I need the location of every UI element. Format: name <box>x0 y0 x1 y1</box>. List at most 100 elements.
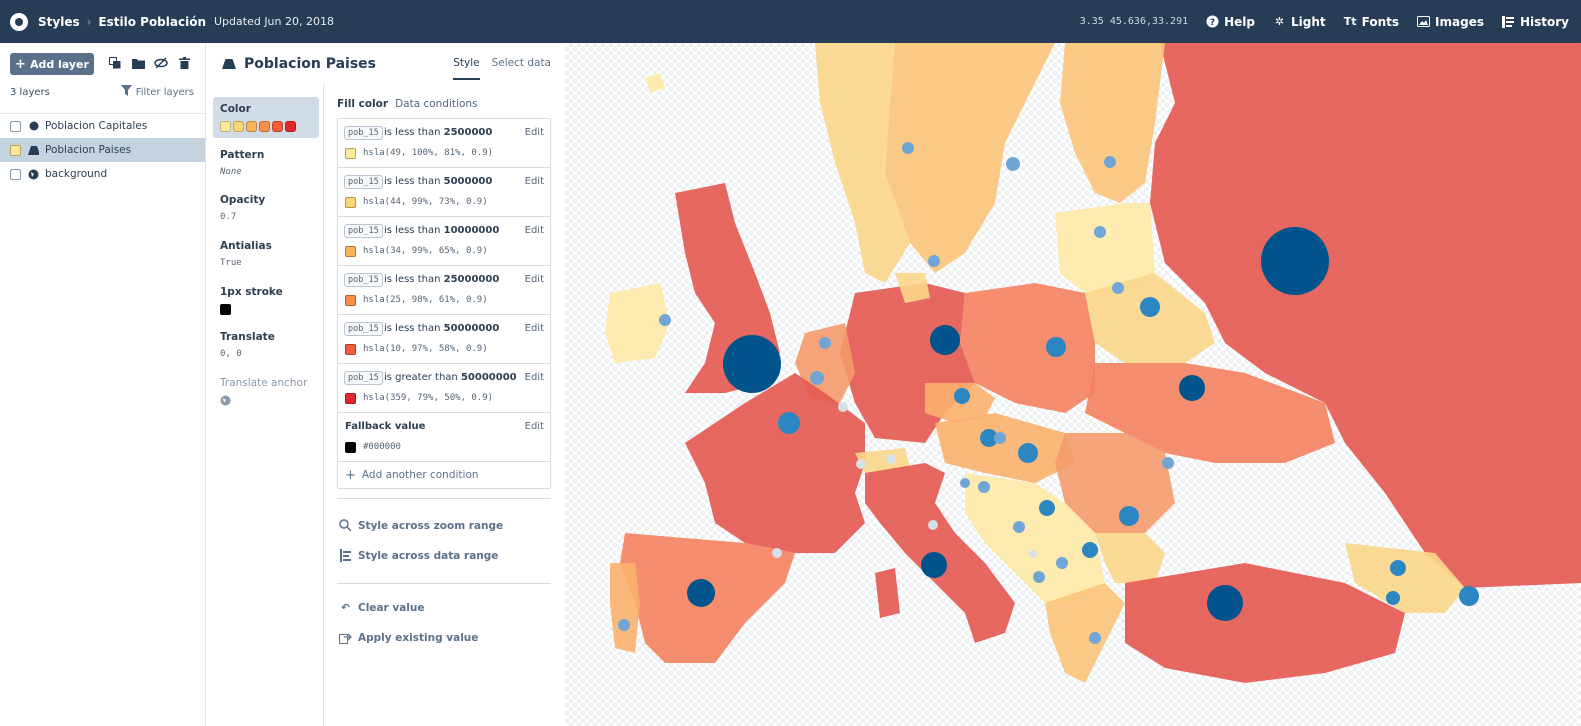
style-across-zoom-button[interactable]: Style across zoom range <box>339 519 503 532</box>
edit-button[interactable]: Edit <box>525 421 544 432</box>
condition-color-value: hsla(34, 99%, 65%, 0.9) <box>363 246 488 256</box>
filter-layers-label: Filter layers <box>135 86 194 98</box>
clear-value-button[interactable]: ↶ Clear value <box>339 601 424 614</box>
style-name[interactable]: Estilo Población <box>98 15 206 29</box>
layer-visibility-checkbox[interactable] <box>10 120 21 132</box>
property-opacity[interactable]: Opacity 0.7 <box>213 188 319 228</box>
fill-icon <box>28 145 39 156</box>
top-bar: Styles › Estilo Población Updated Jun 20… <box>0 0 1581 43</box>
history-button[interactable]: History <box>1501 14 1569 29</box>
add-condition-button[interactable]: + Add another condition <box>338 462 550 488</box>
region-austria-hungary <box>935 413 1075 483</box>
trash-icon[interactable] <box>177 56 191 70</box>
image-icon <box>1417 15 1431 28</box>
field-tag: pob_15 <box>344 126 383 140</box>
images-button[interactable]: Images <box>1417 15 1484 29</box>
region-russia <box>1150 43 1581 588</box>
layer-item-background[interactable]: background <box>0 162 205 186</box>
condition-color-value: hsla(359, 79%, 50%, 0.9) <box>363 393 494 403</box>
property-stroke[interactable]: 1px stroke <box>213 280 319 321</box>
property-translate[interactable]: Translate 0, 0 <box>213 325 319 365</box>
layer-item-poblacion-capitales[interactable]: Poblacion Capitales <box>0 114 205 138</box>
zoom-range-label: Style across zoom range <box>358 519 504 532</box>
text-icon: Tt <box>1343 15 1357 28</box>
layer-tools <box>108 56 191 70</box>
field-tag: pob_15 <box>344 322 383 336</box>
europe-map <box>605 43 1581 683</box>
fallback-row[interactable]: Fallback value Edit #000000 <box>338 413 550 462</box>
apply-existing-button[interactable]: Apply existing value <box>339 631 478 644</box>
hide-icon[interactable] <box>154 56 168 70</box>
edit-button[interactable]: Edit <box>525 323 544 334</box>
duplicate-icon[interactable] <box>108 56 122 70</box>
region-sardinia <box>875 568 900 618</box>
fonts-button[interactable]: Tt Fonts <box>1344 15 1399 29</box>
swatch <box>259 121 270 132</box>
swatch <box>272 121 283 132</box>
tab-data-conditions[interactable]: Data conditions <box>395 98 477 110</box>
property-pattern[interactable]: Pattern None <box>213 143 319 183</box>
layer-item-poblacion-paises[interactable]: Poblacion Paises <box>0 138 205 162</box>
tab-fill-color[interactable]: Fill color <box>337 98 388 110</box>
condition-text: is less than 10000000 <box>384 225 500 236</box>
fallback-value: #000000 <box>363 442 401 452</box>
condition-text: is less than 5000000 <box>384 176 493 187</box>
color-swatch <box>345 295 356 306</box>
filter-layers-button[interactable]: Filter layers <box>120 85 194 99</box>
condition-row[interactable]: pob_15 is less than 50000000 Edit hsla(1… <box>338 315 550 364</box>
fill-icon <box>222 59 236 69</box>
condition-row[interactable]: pob_15 is greater than 50000000 Edit hsl… <box>338 364 550 413</box>
field-tag: pob_15 <box>344 371 383 385</box>
images-label: Images <box>1435 14 1484 29</box>
region-finland <box>1060 43 1165 203</box>
layer-visibility-checkbox[interactable] <box>10 144 21 156</box>
fonts-label: Fonts <box>1361 14 1400 29</box>
layer-label: background <box>45 168 108 180</box>
svg-text:?: ? <box>1210 18 1215 28</box>
map-canvas[interactable] <box>565 43 1581 726</box>
field-tag: pob_15 <box>344 175 383 189</box>
edit-button[interactable]: Edit <box>525 274 544 285</box>
history-label: History <box>1519 14 1569 29</box>
property-value: True <box>220 258 242 268</box>
layers-panel: + Add layer 3 layers Filter layers Poblac… <box>0 43 206 726</box>
data-range-icon <box>339 549 352 562</box>
style-across-data-button[interactable]: Style across data range <box>339 549 498 562</box>
property-label: Color <box>220 103 251 115</box>
field-tag: pob_15 <box>344 224 383 238</box>
condition-row[interactable]: pob_15 is less than 2500000 Edit hsla(49… <box>338 119 550 168</box>
edit-button[interactable]: Edit <box>525 127 544 138</box>
tab-select-data[interactable]: Select data <box>492 57 551 80</box>
edit-button[interactable]: Edit <box>525 225 544 236</box>
filter-icon <box>120 85 132 99</box>
condition-text: is greater than 50000000 <box>384 372 517 383</box>
add-layer-button[interactable]: + Add layer <box>10 53 94 75</box>
folder-icon[interactable] <box>131 56 145 70</box>
condition-row[interactable]: pob_15 is less than 10000000 Edit hsla(3… <box>338 217 550 266</box>
light-button[interactable]: ✲ Light <box>1273 15 1326 29</box>
edit-button[interactable]: Edit <box>525 372 544 383</box>
property-value: 0, 0 <box>220 349 242 359</box>
region-sweden <box>885 43 1055 273</box>
map-coordinates: 3.35 45.636,33.291 <box>1079 16 1189 27</box>
tab-style[interactable]: Style <box>453 57 480 80</box>
property-color[interactable]: Color <box>213 97 319 138</box>
help-button[interactable]: ? Help <box>1206 15 1255 29</box>
color-swatch <box>345 246 356 257</box>
stroke-swatch <box>220 304 231 315</box>
layer-count: 3 layers <box>10 87 50 98</box>
breadcrumb-styles[interactable]: Styles <box>38 15 80 29</box>
condition-row[interactable]: pob_15 is less than 5000000 Edit hsla(44… <box>338 168 550 217</box>
property-antialias[interactable]: Antialias True <box>213 234 319 274</box>
fallback-label: Fallback value <box>345 421 426 432</box>
property-translate-anchor[interactable]: Translate anchor <box>213 371 319 415</box>
apply-existing-label: Apply existing value <box>358 631 479 644</box>
color-swatch <box>345 148 356 159</box>
color-swatch <box>345 344 356 355</box>
condition-row[interactable]: pob_15 is less than 25000000 Edit hsla(2… <box>338 266 550 315</box>
edit-button[interactable]: Edit <box>525 176 544 187</box>
layer-editor-title[interactable]: Poblacion Paises <box>244 56 376 72</box>
layer-visibility-checkbox[interactable] <box>10 168 21 180</box>
mapbox-logo-icon[interactable] <box>10 12 28 31</box>
question-icon: ? <box>1206 15 1219 28</box>
